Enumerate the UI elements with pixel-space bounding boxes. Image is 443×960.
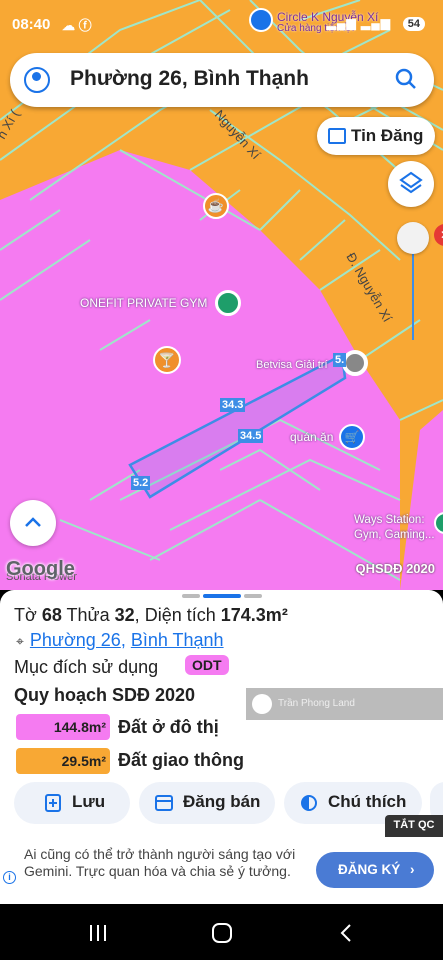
parcel-to: 68 bbox=[41, 605, 62, 625]
watermark-logo-icon bbox=[252, 694, 272, 714]
watermark-text: Trần Phong Land bbox=[278, 698, 355, 709]
parcel-area-label: Diện tích bbox=[144, 605, 216, 625]
zone-area-residential: 144.8m² bbox=[16, 714, 110, 740]
parcel-thua: 32 bbox=[114, 605, 135, 625]
save-button[interactable]: Lưu bbox=[14, 782, 130, 824]
parcel-thua-label: Thửa bbox=[66, 605, 110, 625]
status-bar: 08:40 ☁ ⓕ ▂▄▆ ▂▄▆ 54 bbox=[0, 0, 443, 50]
recent-apps-icon[interactable] bbox=[88, 924, 108, 942]
back-icon[interactable] bbox=[338, 924, 354, 942]
account-icon[interactable] bbox=[24, 67, 50, 93]
signal-icon: ▂▄▆ ▂▄▆ bbox=[326, 16, 391, 30]
search-icon[interactable] bbox=[394, 67, 418, 91]
save-label: Lưu bbox=[72, 792, 106, 811]
poi-quan-an-label: quán ăn bbox=[290, 430, 334, 444]
post-sale-label: Đăng bán bbox=[183, 792, 261, 811]
location-title[interactable]: Phường 26, Bình Thạnh bbox=[70, 67, 309, 91]
poi-gym-label: ONEFIT PRIVATE GYM bbox=[80, 296, 208, 310]
status-time: 08:40 bbox=[12, 16, 51, 33]
tin-dang-button[interactable]: Tin Đăng bbox=[317, 117, 435, 155]
calendar-icon bbox=[328, 128, 346, 144]
parcel-address: ⌖ Phường 26, Bình Thạnh bbox=[16, 630, 224, 650]
parcel-info: Tờ 68 Thửa 32, Diện tích 174.3m² bbox=[14, 605, 288, 625]
layer-name: QHSDĐ 2020 bbox=[355, 561, 435, 576]
sheet-handle[interactable] bbox=[244, 594, 262, 598]
contrast-icon bbox=[301, 795, 317, 811]
zone-area-traffic: 29.5m² bbox=[16, 748, 110, 774]
status-icons: ☁ ⓕ bbox=[62, 18, 92, 33]
calendar-icon bbox=[155, 795, 173, 811]
parcel-prefix: Tờ bbox=[14, 605, 37, 625]
battery-icon: 54 bbox=[402, 17, 425, 31]
dimension-label: 5.2 bbox=[131, 476, 151, 490]
parcel-area: 174.3m² bbox=[220, 605, 288, 625]
sheet-handle[interactable] bbox=[182, 594, 200, 598]
watermark: Trần Phong Land bbox=[246, 688, 443, 720]
sheet-handle-active[interactable] bbox=[203, 594, 241, 598]
google-logo: Google bbox=[6, 558, 75, 580]
layers-button[interactable] bbox=[388, 161, 434, 207]
chevron-right-icon: › bbox=[410, 862, 415, 877]
close-ad-button[interactable]: TẮT QC bbox=[385, 815, 443, 837]
post-sale-button[interactable]: Đăng bán bbox=[139, 782, 275, 824]
food-marker[interactable]: 🛒 bbox=[339, 424, 365, 450]
search-bar[interactable]: Phường 26, Bình Thạnh bbox=[10, 53, 434, 107]
poi-ways-sub: Gym, Gaming... bbox=[354, 529, 435, 541]
ad-cta-button[interactable]: ĐĂNG KÝ › bbox=[316, 852, 434, 888]
poi-betvisa-label: Betvisa Giải trí bbox=[256, 359, 328, 371]
cafe-marker[interactable]: ☕ bbox=[203, 193, 229, 219]
add-file-icon bbox=[45, 794, 61, 812]
ward-link[interactable]: Phường 26 bbox=[30, 630, 121, 650]
poi-ways-title: Ways Station: bbox=[354, 514, 425, 526]
zone-label-traffic: Đất giao thông bbox=[118, 750, 244, 770]
legend-label: Chú thích bbox=[328, 792, 407, 811]
dimension-label: 34.3 bbox=[220, 398, 246, 412]
purpose-badge: ODT bbox=[185, 655, 229, 675]
ad-banner[interactable]: i Ai cũng có thể trở thành người sáng tạ… bbox=[0, 837, 443, 904]
ad-text: Ai cũng có thể trở thành người sáng tạo … bbox=[24, 846, 296, 879]
expand-up-button[interactable] bbox=[10, 500, 56, 546]
purpose-label: Mục đích sử dụng bbox=[14, 657, 159, 677]
district-link[interactable]: Bình Thạnh bbox=[131, 630, 224, 650]
zone-label-residential: Đất ở đô thị bbox=[118, 717, 219, 737]
bar-marker[interactable]: 🍸 bbox=[153, 346, 181, 374]
chevron-up-icon bbox=[25, 517, 41, 527]
layers-icon bbox=[399, 171, 423, 194]
location-pin-icon: ⌖ bbox=[16, 633, 24, 649]
dimension-label: 34.5 bbox=[238, 429, 264, 443]
system-nav-bar bbox=[0, 904, 443, 960]
tin-dang-label: Tin Đăng bbox=[351, 126, 424, 145]
info-icon[interactable]: i bbox=[3, 871, 16, 884]
parcel-sheet[interactable]: Tờ 68 Thửa 32, Diện tích 174.3m² ⌖ Phường… bbox=[0, 590, 443, 840]
dimension-label: 5. bbox=[333, 353, 347, 367]
home-icon[interactable] bbox=[212, 923, 232, 943]
gym-marker[interactable] bbox=[215, 290, 241, 316]
slider-handle[interactable] bbox=[397, 222, 429, 254]
poi-ways-label: Ways Station: Gym, Gaming... bbox=[354, 513, 435, 543]
plan-title: Quy hoạch SDĐ 2020 bbox=[14, 685, 196, 705]
ad-cta-label: ĐĂNG KÝ bbox=[338, 862, 401, 877]
